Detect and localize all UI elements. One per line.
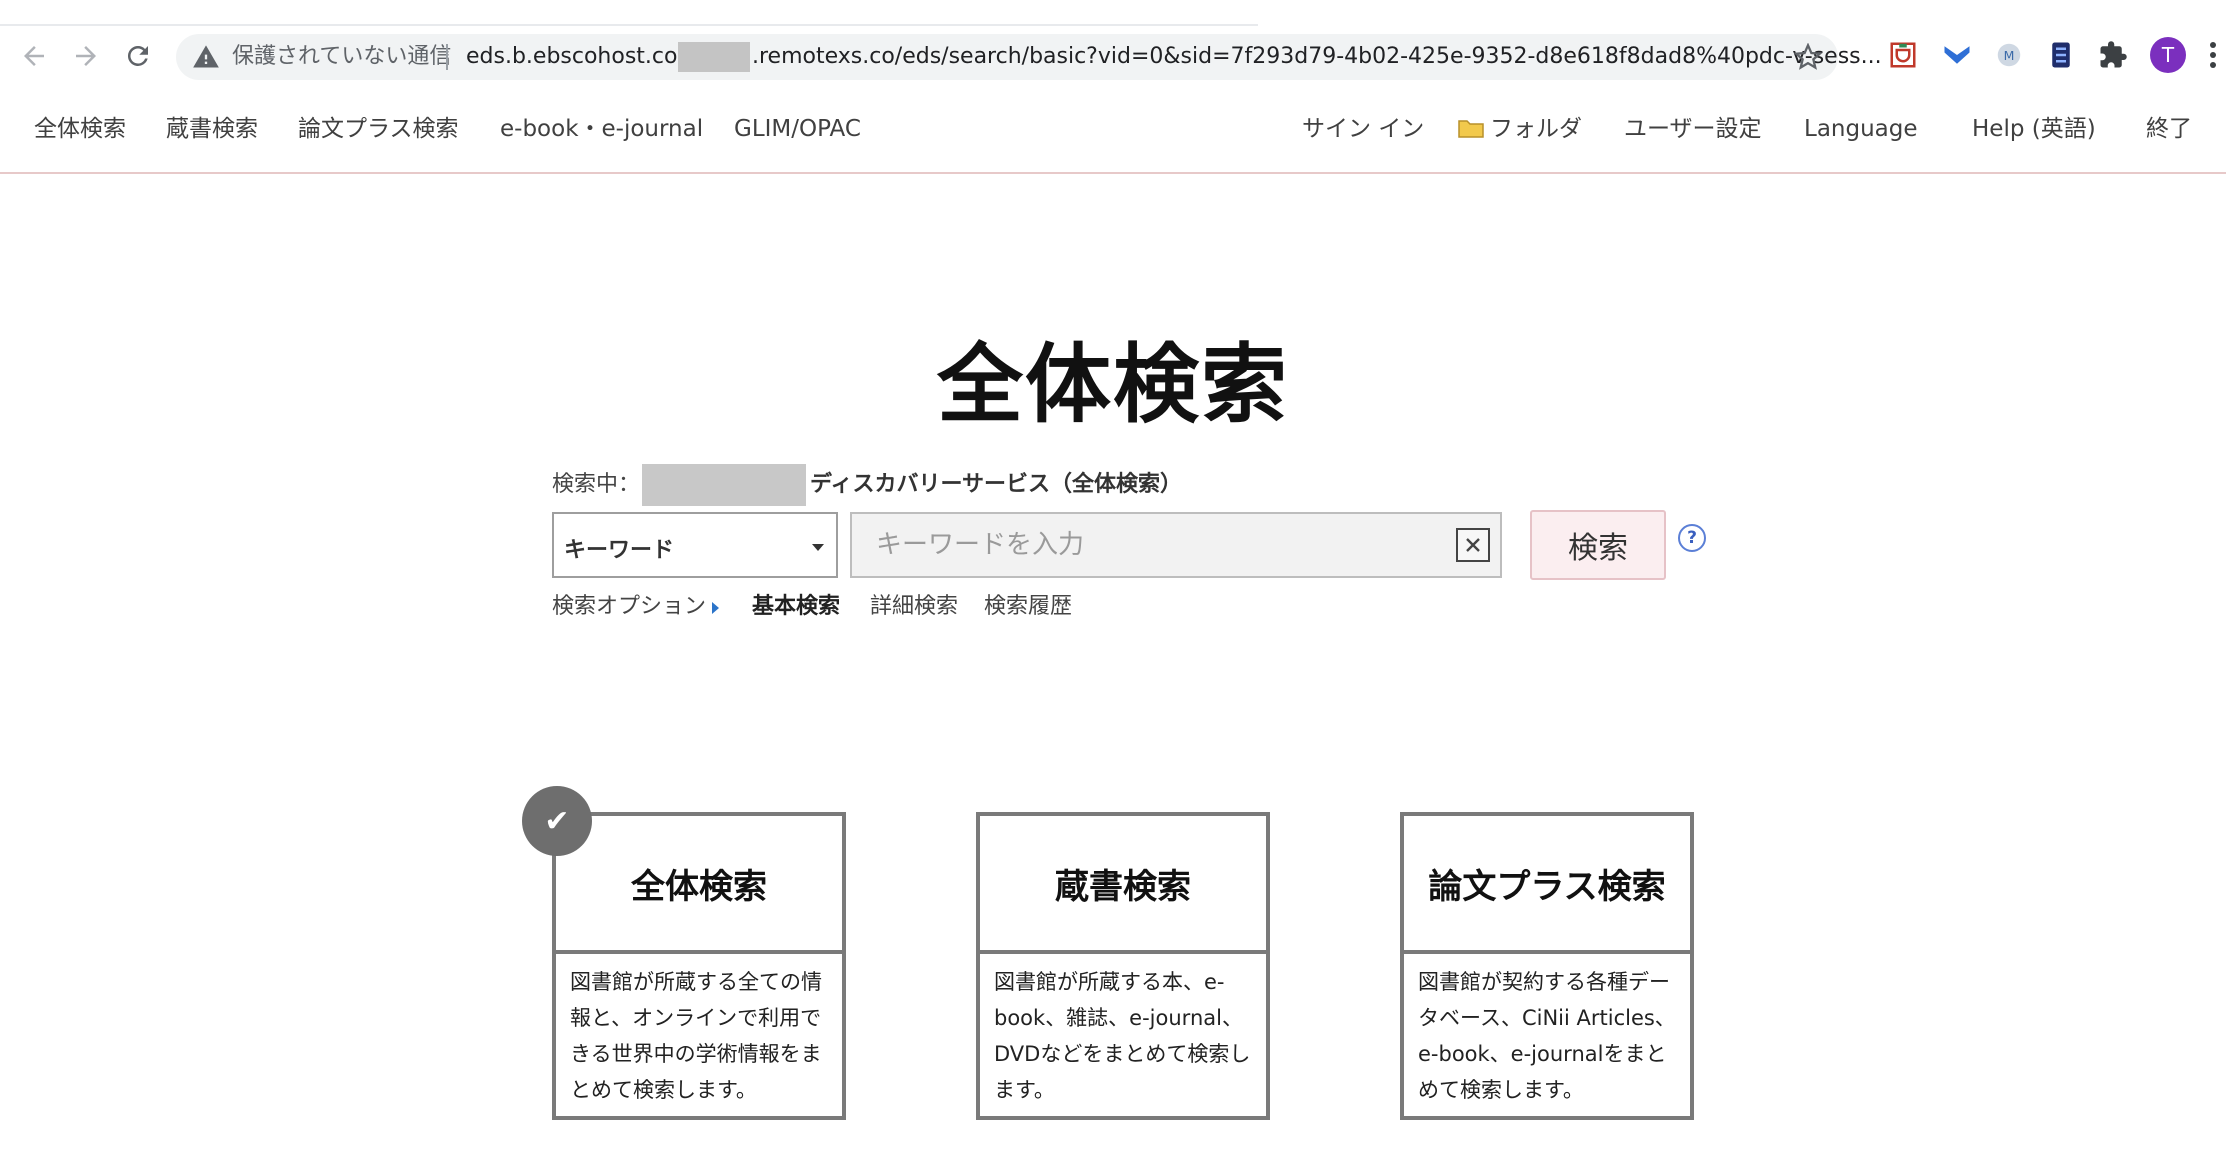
extension-4[interactable] <box>2044 38 2078 72</box>
search-options-link[interactable]: 検索オプション <box>552 592 720 622</box>
folder-link[interactable]: フォルダ <box>1458 114 1582 144</box>
url-host: eds.b.ebscohost.com <box>466 44 699 69</box>
tab-strip-line <box>0 24 1258 26</box>
extension-1[interactable] <box>1886 38 1920 72</box>
sign-in-link[interactable]: サイン イン <box>1302 114 1424 144</box>
card-title: 全体検索 <box>556 816 842 954</box>
back-arrow-icon <box>24 46 44 66</box>
address-separator <box>446 44 448 70</box>
profile-avatar[interactable]: T <box>2150 37 2186 73</box>
search-field-select[interactable]: キーワード <box>552 512 838 578</box>
close-icon <box>1466 538 1480 552</box>
extensions-button[interactable] <box>2096 38 2130 72</box>
search-button[interactable]: 検索 <box>1530 510 1666 580</box>
cloud-extension-icon: M <box>1997 43 2021 67</box>
site-navigation: 全体検索 蔵書検索 論文プラス検索 e-book・e-journal GLIM/… <box>0 86 2226 174</box>
svg-text:M: M <box>2004 48 2015 63</box>
url-path: .remotexs.co/eds/search/basic?vid=0&sid=… <box>752 44 1882 69</box>
advanced-search-link[interactable]: 詳細検索 <box>870 592 958 622</box>
extension-3[interactable]: M <box>1992 38 2026 72</box>
search-input[interactable] <box>850 512 1502 578</box>
searching-service-name: ディスカバリーサービス（全体検索） <box>810 472 1183 497</box>
bookmark-star-icon[interactable] <box>1794 43 1822 71</box>
exit-link[interactable]: 終了 <box>2146 114 2192 144</box>
nav-holdings-search[interactable]: 蔵書検索 <box>166 114 258 144</box>
shield-extension-icon <box>1890 42 1916 68</box>
card-title: 蔵書検索 <box>980 816 1266 954</box>
page-title: 全体検索 <box>937 335 1289 435</box>
searching-label: 検索中： <box>552 472 641 497</box>
search-history-link[interactable]: 検索履歴 <box>984 592 1072 622</box>
connection-status: 保護されていない通信 <box>232 44 452 69</box>
warning-icon <box>193 45 219 68</box>
institution-redaction <box>642 464 806 506</box>
card-title: 論文プラス検索 <box>1404 816 1690 954</box>
folder-icon <box>1458 120 1484 138</box>
card-all-search[interactable]: 全体検索 図書館が所蔵する全ての情報と、オンラインで利用できる世界中の学術情報を… <box>552 812 846 1120</box>
browser-toolbar: 保護されていない通信 eds.b.ebscohost.com .remotexs… <box>0 0 2226 86</box>
card-description: 図書館が所蔵する本、e-book、雑誌、e-journal、DVDなどをまとめて… <box>994 970 1251 1102</box>
search-field-value: キーワード <box>564 538 675 563</box>
help-link[interactable]: Help (英語) <box>1972 114 2096 144</box>
help-icon[interactable]: ? <box>1678 524 1706 552</box>
forward-button[interactable] <box>66 36 106 76</box>
clear-search-button[interactable] <box>1456 528 1490 562</box>
selected-check-icon: ✔ <box>522 786 592 856</box>
nav-articles-plus-search[interactable]: 論文プラス検索 <box>298 114 459 144</box>
puzzle-icon <box>2100 41 2127 68</box>
reload-button[interactable] <box>118 36 158 76</box>
card-description: 図書館が契約する各種データベース、CiNii Articles、e-book、e… <box>1418 970 1676 1102</box>
caret-right-icon <box>712 602 720 614</box>
reload-icon <box>127 45 148 66</box>
address-bar[interactable]: 保護されていない通信 eds.b.ebscohost.com .remotexs… <box>176 34 1882 80</box>
menu-kebab-icon[interactable] <box>2208 40 2218 70</box>
card-description: 図書館が所蔵する全ての情報と、オンラインで利用できる世界中の学術情報をまとめて検… <box>570 970 822 1102</box>
chevron-extension-icon <box>1944 46 1970 64</box>
extension-2[interactable] <box>1940 38 1974 72</box>
chevron-down-icon <box>812 544 824 551</box>
card-holdings-search[interactable]: 蔵書検索 図書館が所蔵する本、e-book、雑誌、e-journal、DVDなど… <box>976 812 1270 1120</box>
folder-label: フォルダ <box>1490 116 1582 142</box>
nav-all-search[interactable]: 全体検索 <box>34 114 126 144</box>
url-redaction <box>678 42 750 72</box>
search-options-label: 検索オプション <box>552 594 707 619</box>
basic-search-link[interactable]: 基本検索 <box>752 592 840 622</box>
card-articles-plus-search[interactable]: 論文プラス検索 図書館が契約する各種データベース、CiNii Articles、… <box>1400 812 1694 1120</box>
user-settings-link[interactable]: ユーザー設定 <box>1624 114 1762 144</box>
back-button[interactable] <box>14 36 54 76</box>
nav-glim-opac[interactable]: GLIM/OPAC <box>734 114 861 144</box>
translate-extension-icon <box>2052 42 2070 68</box>
language-link[interactable]: Language <box>1804 114 1918 144</box>
forward-arrow-icon <box>76 46 96 66</box>
nav-ebook-ejournal[interactable]: e-book・e-journal <box>500 114 703 144</box>
